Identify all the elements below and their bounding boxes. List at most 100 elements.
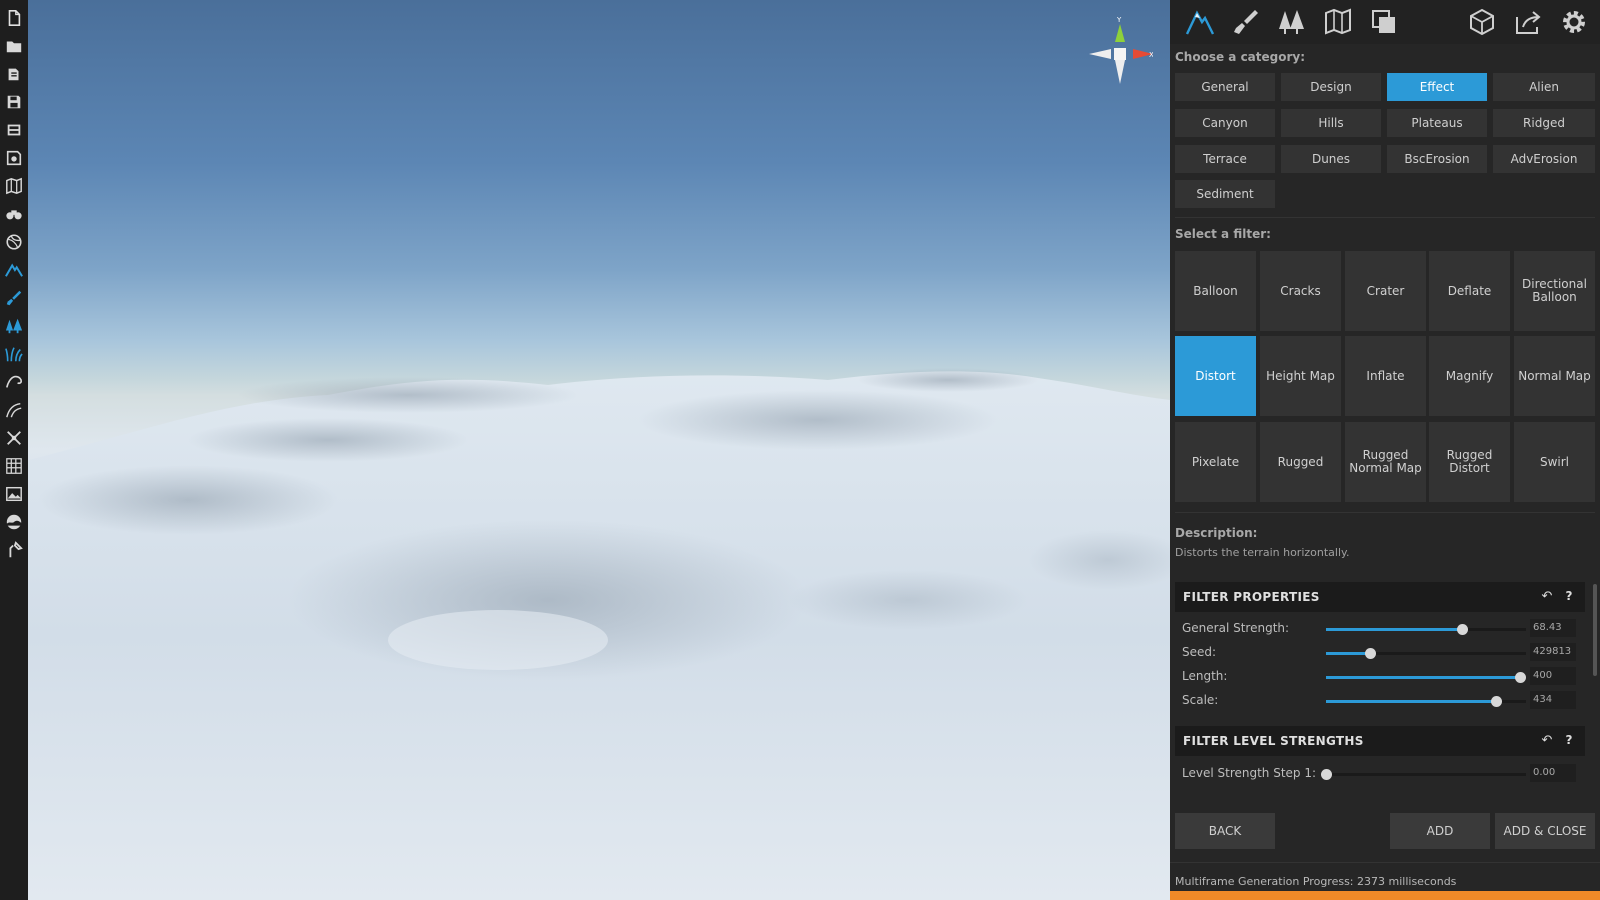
filter-swirl[interactable]: Swirl	[1514, 422, 1595, 502]
gizmo-x-label: X	[1149, 51, 1153, 59]
share-icon[interactable]	[1510, 6, 1546, 38]
property-value-field[interactable]: 434	[1530, 691, 1576, 709]
filter-level-strengths-header: FILTER LEVEL STRENGTHS ↶ ?	[1175, 726, 1585, 756]
slider-thumb[interactable]	[1321, 769, 1332, 780]
category-design[interactable]: Design	[1281, 73, 1381, 101]
add-button[interactable]: ADD	[1390, 813, 1490, 849]
slider-fill	[1326, 628, 1462, 631]
property-row-general-strength: General Strength: 68.43	[1182, 619, 1582, 639]
save-as-icon[interactable]	[4, 120, 24, 140]
sky-icon[interactable]	[4, 512, 24, 532]
undo-arrow-icon[interactable]: ↶	[1539, 589, 1555, 605]
filter-balloon[interactable]: Balloon	[1175, 251, 1256, 331]
property-value-field[interactable]: 68.43	[1530, 619, 1576, 637]
slider-thumb[interactable]	[1365, 648, 1376, 659]
slider-track[interactable]	[1326, 624, 1526, 635]
property-row-level-strength-1: Level Strength Step 1: 0.00	[1182, 764, 1582, 784]
road-icon[interactable]	[4, 400, 24, 420]
mountain-icon[interactable]	[4, 260, 24, 280]
new-file-icon[interactable]	[4, 8, 24, 28]
category-general[interactable]: General	[1175, 73, 1275, 101]
filter-magnify[interactable]: Magnify	[1429, 336, 1510, 416]
axis-gizmo[interactable]: Y X	[1083, 14, 1154, 84]
section-divider	[1175, 217, 1595, 218]
save-icon[interactable]	[4, 92, 24, 112]
property-value-field[interactable]: 400	[1530, 667, 1576, 685]
grid-icon[interactable]	[4, 456, 24, 476]
brush-icon[interactable]	[4, 288, 24, 308]
properties-scrollbar[interactable]	[1593, 584, 1597, 676]
slider-fill	[1326, 652, 1370, 655]
globe-icon[interactable]	[4, 232, 24, 252]
slider-track[interactable]	[1326, 672, 1526, 683]
cube-icon[interactable]	[1464, 6, 1500, 38]
category-bscerosion[interactable]: BscErosion	[1387, 145, 1487, 173]
status-bar: Multiframe Generation Progress: 2373 mil…	[1170, 862, 1600, 892]
property-value-field[interactable]: 0.00	[1530, 764, 1576, 782]
filter-inflate[interactable]: Inflate	[1345, 336, 1426, 416]
add-close-button[interactable]: ADD & CLOSE	[1495, 813, 1595, 849]
slider-thumb[interactable]	[1457, 624, 1468, 635]
filter-level-strengths-title: FILTER LEVEL STRENGTHS	[1183, 734, 1364, 748]
category-terrace[interactable]: Terrace	[1175, 145, 1275, 173]
slider-thumb[interactable]	[1491, 696, 1502, 707]
filter-rugged-distort[interactable]: Rugged Distort	[1429, 422, 1510, 502]
grass-icon[interactable]	[4, 344, 24, 364]
category-effect[interactable]: Effect	[1387, 73, 1487, 101]
open-folder-icon[interactable]	[4, 36, 24, 56]
layers-icon[interactable]	[1366, 6, 1402, 38]
category-canyon[interactable]: Canyon	[1175, 109, 1275, 137]
binoculars-icon[interactable]	[4, 204, 24, 224]
filter-properties-header: FILTER PROPERTIES ↶ ?	[1175, 582, 1585, 612]
property-row-seed: Seed: 429813	[1182, 643, 1582, 663]
back-button[interactable]: BACK	[1175, 813, 1275, 849]
category-alien[interactable]: Alien	[1493, 73, 1595, 101]
category-plateaus[interactable]: Plateaus	[1387, 109, 1487, 137]
slider-track[interactable]	[1326, 696, 1526, 707]
paint-brush-icon[interactable]	[1228, 6, 1264, 38]
settings-gear-icon[interactable]	[1556, 6, 1592, 38]
terrain-mountain-icon[interactable]	[1182, 6, 1218, 38]
slider-fill	[1326, 700, 1496, 703]
water-icon[interactable]	[4, 372, 24, 392]
top-tab-bar	[1170, 0, 1600, 44]
undo-arrow-icon[interactable]: ↶	[1539, 733, 1555, 749]
generation-progress-bar	[1170, 891, 1600, 900]
trees-icon[interactable]	[4, 316, 24, 336]
category-dunes[interactable]: Dunes	[1281, 145, 1381, 173]
filter-crater[interactable]: Crater	[1345, 251, 1426, 331]
filter-rugged[interactable]: Rugged	[1260, 422, 1341, 502]
description-label: Description:	[1175, 526, 1258, 540]
tools-icon[interactable]	[4, 540, 24, 560]
filter-panel: Choose a category: General Design Effect…	[1170, 0, 1600, 900]
left-toolbar	[0, 0, 28, 900]
help-button[interactable]: ?	[1561, 589, 1577, 605]
filter-deflate[interactable]: Deflate	[1429, 251, 1510, 331]
forest-icon[interactable]	[1274, 6, 1310, 38]
export-map-icon[interactable]	[4, 148, 24, 168]
category-adverosion[interactable]: AdvErosion	[1493, 145, 1595, 173]
map-fold-icon[interactable]	[1320, 6, 1356, 38]
map-icon[interactable]	[4, 176, 24, 196]
filter-pixelate[interactable]: Pixelate	[1175, 422, 1256, 502]
slider-track[interactable]	[1321, 769, 1526, 780]
category-sediment[interactable]: Sediment	[1175, 180, 1275, 208]
app-window: Y X Choose a category: General Design Ef…	[0, 0, 1600, 900]
property-label: Scale:	[1182, 693, 1219, 707]
property-value-field[interactable]: 429813	[1530, 643, 1576, 661]
image-icon[interactable]	[4, 484, 24, 504]
category-hills[interactable]: Hills	[1281, 109, 1381, 137]
filter-distort[interactable]: Distort	[1175, 336, 1256, 416]
help-button[interactable]: ?	[1561, 733, 1577, 749]
filter-rugged-normal-map[interactable]: Rugged Normal Map	[1345, 422, 1426, 502]
filter-directional-balloon[interactable]: Directional Balloon	[1514, 251, 1595, 331]
slider-track[interactable]	[1326, 648, 1526, 659]
filter-cracks[interactable]: Cracks	[1260, 251, 1341, 331]
open-copy-icon[interactable]	[4, 64, 24, 84]
3d-viewport[interactable]: Y X	[28, 0, 1170, 900]
slider-thumb[interactable]	[1515, 672, 1526, 683]
gizmo-icon[interactable]	[4, 428, 24, 448]
filter-normal-map[interactable]: Normal Map	[1514, 336, 1595, 416]
filter-height-map[interactable]: Height Map	[1260, 336, 1341, 416]
category-ridged[interactable]: Ridged	[1493, 109, 1595, 137]
